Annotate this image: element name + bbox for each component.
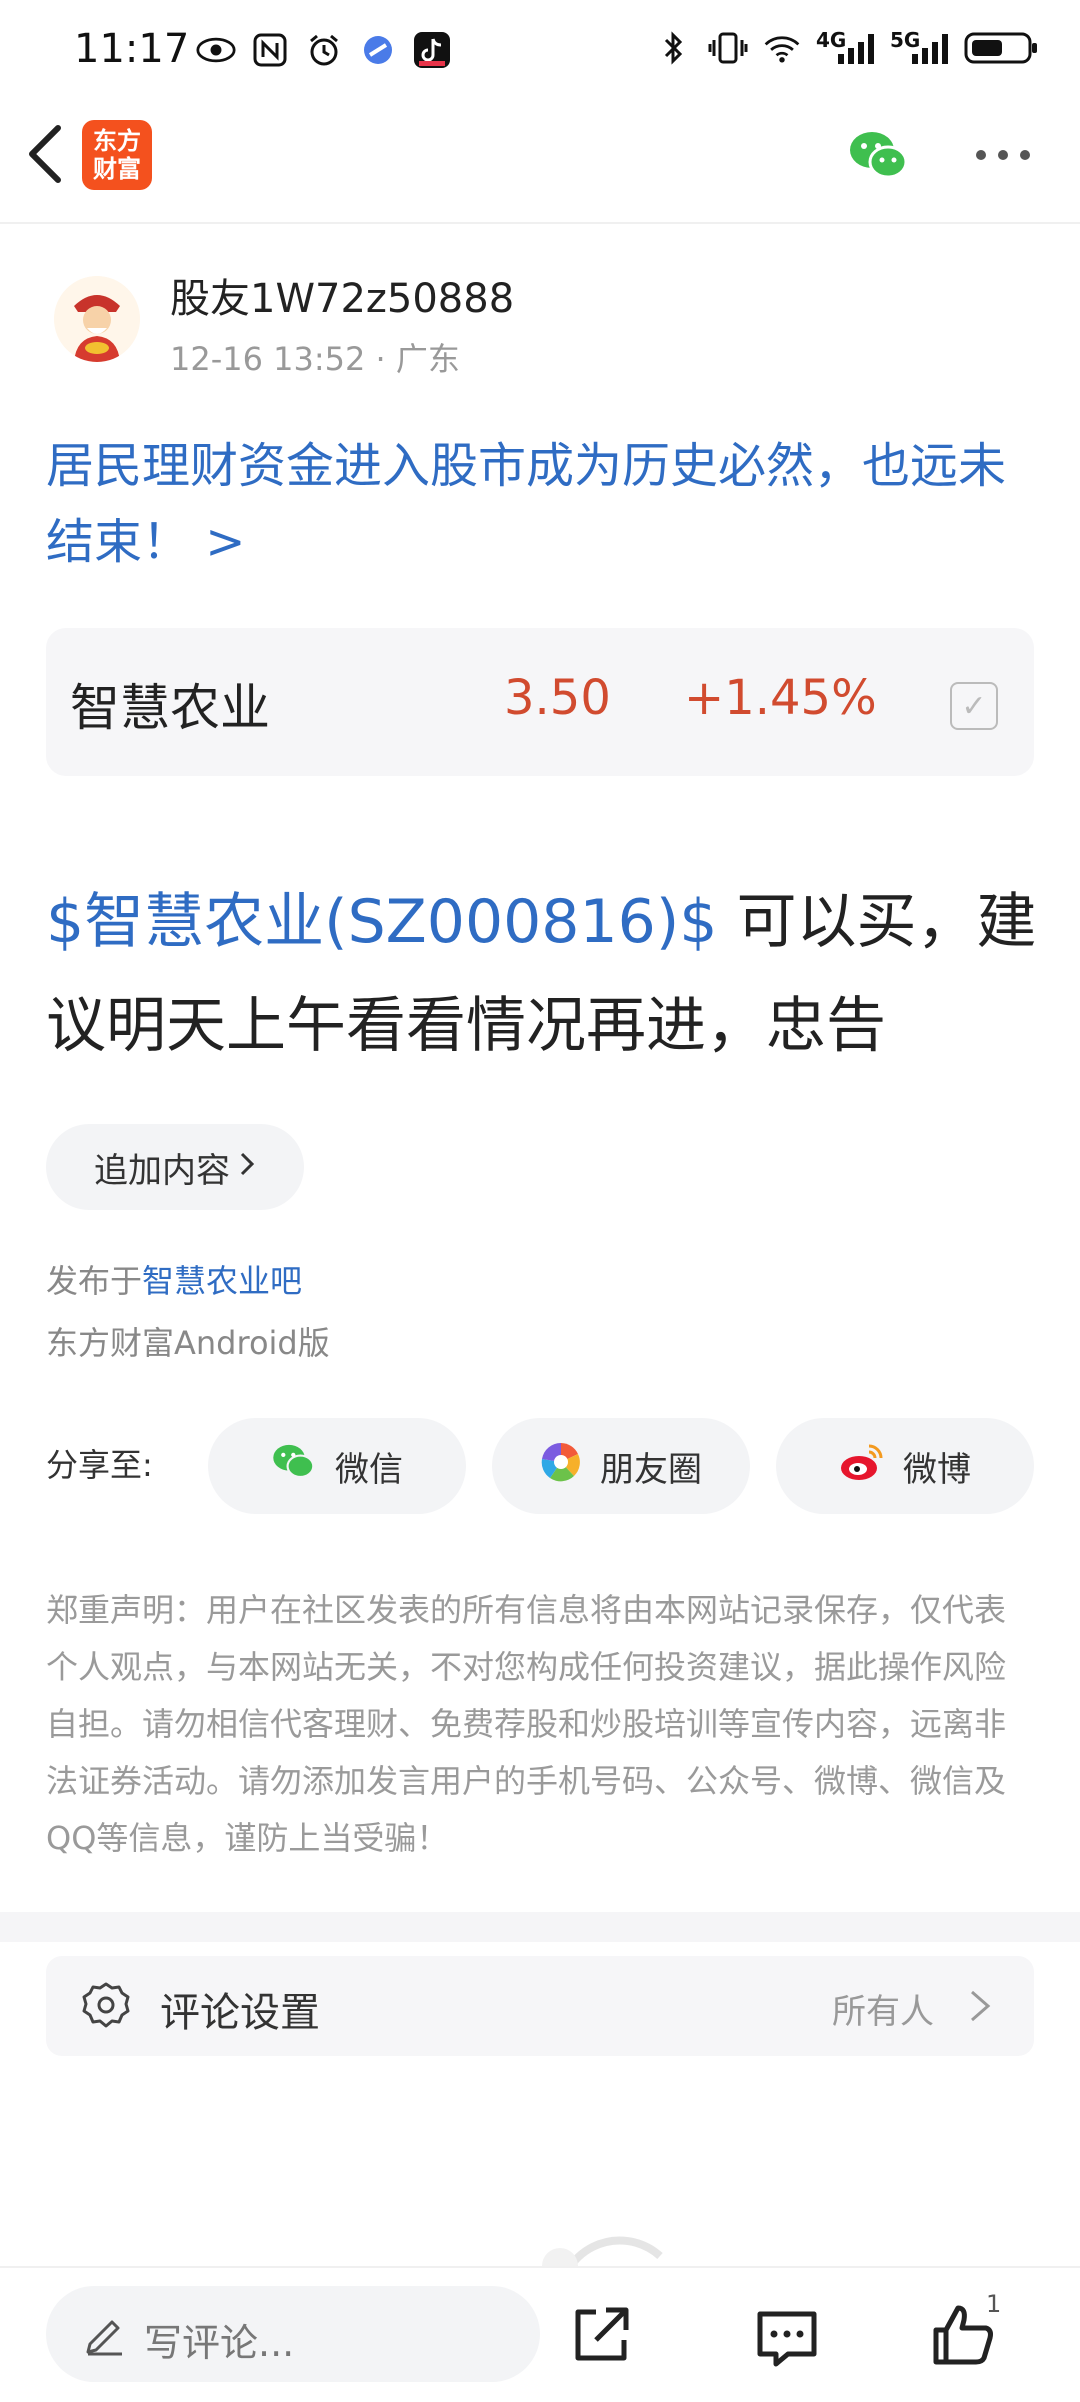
pencil-icon: [82, 2310, 128, 2356]
signal-4g-icon: 4G: [816, 28, 876, 68]
stock-price: 3.50: [504, 670, 611, 726]
post-meta: 12-16 13:52 · 广东: [170, 340, 460, 378]
like-count: 1: [986, 2290, 1002, 2318]
add-watchlist-checkbox[interactable]: ✓: [950, 682, 998, 730]
eastmoney-logo[interactable]: 东方 财富: [82, 120, 152, 190]
back-button[interactable]: [22, 122, 70, 186]
client-info: 东方财富Android版: [46, 1324, 330, 1362]
comment-settings-label: 评论设置: [160, 1990, 320, 2036]
stock-change: +1.45%: [684, 670, 877, 726]
stock-name: 智慧农业: [70, 679, 270, 737]
comment-icon[interactable]: [752, 2302, 822, 2372]
avatar[interactable]: [54, 276, 140, 362]
share-weibo-button[interactable]: 微博: [776, 1418, 1034, 1514]
chevron-right-icon: [238, 1147, 256, 1187]
battery-icon: [964, 28, 1040, 68]
weibo-icon: [839, 1442, 885, 1491]
post-body: $智慧农业(SZ000816)$ 可以买，建议明天上午看看情况再进，忠告: [46, 870, 1046, 1078]
eye-icon: [196, 30, 236, 70]
status-icons-left: [196, 30, 452, 70]
nfc-icon: [250, 30, 290, 70]
status-icons-right: 4G 5G: [654, 28, 1040, 68]
header-divider: [0, 222, 1080, 224]
alarm-icon: [304, 30, 344, 70]
status-time: 11:17: [74, 26, 190, 72]
app-blue-icon: [358, 30, 398, 70]
more-options-icon[interactable]: [976, 150, 1030, 160]
write-comment-placeholder: 写评论...: [144, 2321, 295, 2365]
share-wechat-button[interactable]: 微信: [208, 1418, 466, 1514]
username[interactable]: 股友1W72z50888: [170, 266, 514, 324]
tiktok-icon: [412, 30, 452, 70]
vibrate-icon: [708, 28, 748, 68]
wifi-icon: [762, 28, 802, 68]
wechat-share-icon[interactable]: [848, 128, 910, 184]
comment-settings-value: 所有人: [832, 1992, 934, 2032]
board-link[interactable]: 智慧农业吧: [142, 1262, 302, 1300]
published-in: 发布于智慧农业吧: [46, 1262, 303, 1300]
section-divider: [0, 1912, 1080, 1942]
moments-icon: [540, 1441, 582, 1492]
share-label: 分享至:: [46, 1446, 153, 1484]
wechat-icon: [271, 1442, 317, 1491]
share-icon[interactable]: [566, 2300, 636, 2370]
disclaimer: 郑重声明：用户在社区发表的所有信息将由本网站记录保存，仅代表个人观点，与本网站无…: [46, 1591, 1007, 1857]
stock-tag-link[interactable]: $智慧农业(SZ000816)$: [46, 887, 717, 957]
append-content-button[interactable]: 追加内容: [46, 1124, 304, 1210]
post-title-link[interactable]: 居民理财资金进入股市成为历史必然，也远未结束！ >: [46, 428, 1046, 580]
chevron-right-icon: [966, 1986, 996, 2026]
gear-icon: [80, 1980, 132, 2032]
bluetooth-icon: [654, 28, 694, 68]
signal-5g-icon: 5G: [890, 28, 950, 68]
share-moments-button[interactable]: 朋友圈: [492, 1418, 750, 1514]
